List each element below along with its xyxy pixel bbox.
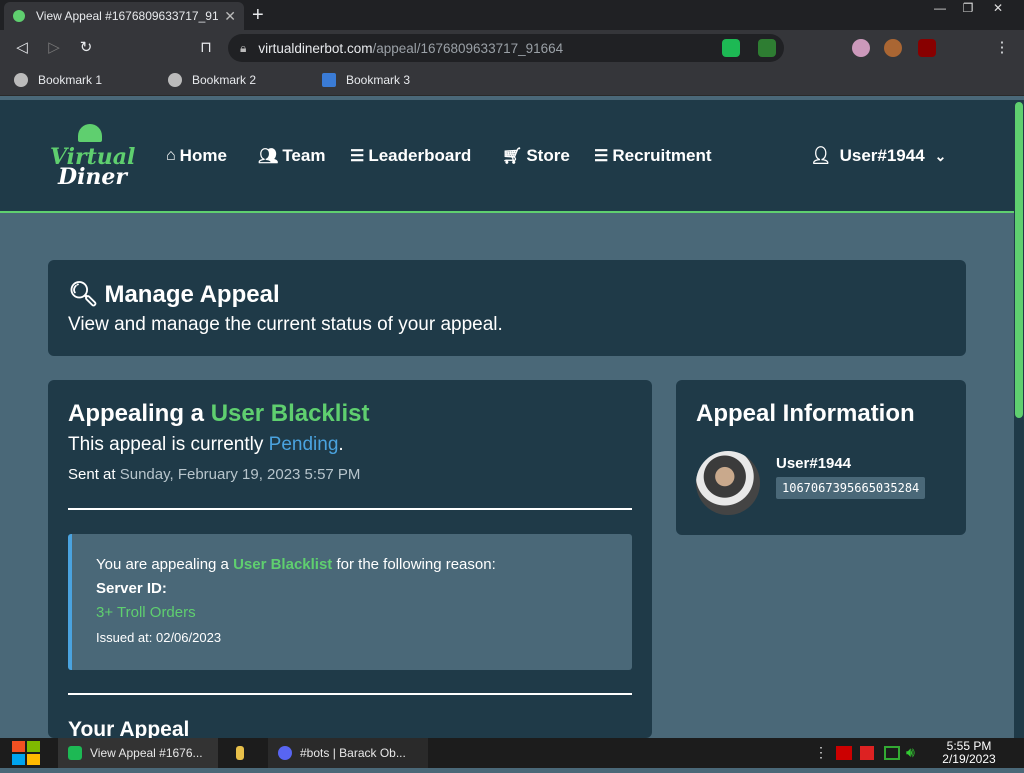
profile-extension-icon[interactable] — [884, 39, 902, 57]
bookmark-favicon-icon — [14, 73, 28, 87]
shield-extension-icon[interactable] — [758, 39, 776, 57]
bookmark-item[interactable]: Bookmark 3 — [322, 73, 410, 87]
scrollbar-thumb[interactable] — [1015, 102, 1023, 418]
user-icon: 👤︎ — [810, 146, 832, 165]
lock-icon: 🔒︎ — [240, 40, 247, 55]
menu-icon[interactable]: ⋮ — [992, 38, 1012, 58]
bookmark-item[interactable]: Bookmark 2 — [168, 73, 256, 87]
restore-button[interactable]: ❐ — [954, 0, 982, 18]
appeal-card: Appealing a User Blacklist This appeal i… — [48, 380, 652, 741]
home-icon: ⌂ — [166, 147, 176, 164]
folder-icon — [236, 746, 244, 760]
list-icon: ☰ — [594, 148, 609, 165]
close-tab-icon[interactable]: ✕ — [224, 8, 236, 25]
reload-icon[interactable]: ↻ — [76, 38, 96, 58]
address-bar[interactable]: 🔒︎ virtualdinerbot.com/appeal/1676809633… — [228, 34, 784, 62]
username: User#1944 — [839, 146, 925, 165]
info-username: User#1944 — [776, 455, 852, 472]
tab-title: View Appeal #1676809633717_91 — [36, 9, 219, 23]
close-window-button[interactable]: ✕ — [984, 0, 1012, 18]
users-icon: 👥︎ — [258, 148, 279, 165]
bookmark-item[interactable]: Bookmark 1 — [14, 73, 102, 87]
issued-date: Issued at: 02/06/2023 — [96, 630, 222, 645]
reason-intro: You are appealing a User Blacklist for t… — [96, 556, 496, 573]
tray-overflow-icon[interactable]: ⋮ — [814, 744, 828, 761]
virtual-diner-logo[interactable]: Virtual Diner — [48, 120, 135, 192]
taskbar-browser-app[interactable]: View Appeal #1676... — [58, 738, 218, 768]
site-navbar: Virtual Diner ⌂ Home 👥︎ Team ☰ Leaderboard … — [0, 100, 1014, 213]
browser-app-icon — [68, 746, 82, 760]
info-title: Appeal Information — [696, 400, 915, 427]
nav-home[interactable]: ⌂ Home — [166, 146, 227, 166]
forward-icon[interactable]: ▷ — [44, 38, 64, 58]
nav-leaderboard[interactable]: ☰ Leaderboard — [350, 146, 471, 166]
bookmark-icon[interactable]: ⊓ — [196, 38, 216, 58]
manage-title: Manage Appeal — [104, 280, 280, 308]
appeal-type: User Blacklist — [210, 400, 370, 427]
nav-store[interactable]: 🛒︎ Store — [502, 146, 570, 166]
tray-app-icon[interactable] — [836, 746, 852, 760]
browser-tab[interactable]: View Appeal #1676809633717_91 ✕ — [4, 2, 244, 30]
taskbar-files[interactable] — [226, 738, 262, 768]
taskbar-discord-app[interactable]: #bots | Barack Ob... — [268, 738, 428, 768]
discord-icon — [278, 746, 292, 760]
divider — [68, 693, 632, 695]
back-icon[interactable]: ◁ — [12, 38, 32, 58]
status-badge: Pending — [268, 434, 339, 455]
chevron-down-icon: ⌄ — [934, 147, 947, 164]
volume-icon[interactable]: 🔊︎ — [906, 744, 915, 761]
browser-tab-bar: View Appeal #1676809633717_91 ✕ + — ❐ ✕ — [0, 0, 1024, 30]
sent-timestamp: Sunday, February 19, 2023 5:57 PM — [119, 466, 361, 483]
url-domain: virtualdinerbot.com — [258, 40, 373, 56]
new-tab-button[interactable]: + — [252, 4, 264, 27]
cart-icon: 🛒︎ — [502, 148, 523, 165]
user-menu[interactable]: 👤︎ User#1944 ⌄ — [810, 146, 946, 166]
blacklist-reason: 3+ Troll Orders — [96, 604, 196, 621]
bookmarks-bar: Bookmark 1 Bookmark 2 Bookmark 3 — [0, 66, 1024, 96]
nav-team[interactable]: 👥︎ Team — [258, 146, 325, 166]
browser-toolbar: ◁ ▷ ↻ ⊓ 🔒︎ virtualdinerbot.com/appeal/16… — [0, 30, 1024, 66]
nav-recruitment[interactable]: ☰ Recruitment — [594, 146, 712, 166]
server-label: Server ID: — [96, 580, 167, 597]
windows-start-icon[interactable] — [10, 738, 44, 768]
appeal-heading: Appealing a User Blacklist — [68, 400, 370, 427]
avatar — [696, 451, 760, 515]
ublock-icon[interactable] — [918, 39, 936, 57]
search-icon: 🔍︎ — [68, 281, 99, 308]
url-path: /appeal/1676809633717_91664 — [372, 40, 564, 56]
minimize-button[interactable]: — — [926, 0, 954, 18]
extension-icon[interactable] — [722, 39, 740, 57]
divider — [68, 508, 632, 510]
manage-subtitle: View and manage the current status of yo… — [68, 314, 503, 335]
manage-appeal-card: 🔍︎ Manage Appeal View and manage the cur… — [48, 260, 966, 356]
list-icon: ☰ — [350, 148, 365, 165]
bookmark-favicon-icon — [322, 73, 336, 87]
sent-line: Sent at Sunday, February 19, 2023 5:57 P… — [68, 466, 361, 483]
appeal-info-card: Appeal Information User#1944 10670673956… — [676, 380, 966, 535]
extension-icon[interactable] — [852, 39, 870, 57]
diner-favicon-icon — [12, 9, 26, 23]
network-icon[interactable] — [884, 746, 900, 760]
windows-taskbar: View Appeal #1676... #bots | Barack Ob..… — [0, 738, 1024, 768]
globe-icon — [168, 73, 182, 87]
user-id[interactable]: 1067067395665035284 — [776, 477, 926, 499]
flag-icon[interactable] — [860, 746, 874, 760]
reason-box: You are appealing a User Blacklist for t… — [68, 534, 632, 670]
clock[interactable]: 5:55 PM 2/19/2023 — [936, 740, 1002, 766]
appeal-status-line: This appeal is currently Pending. — [68, 434, 344, 455]
service-bell-icon — [78, 124, 102, 142]
